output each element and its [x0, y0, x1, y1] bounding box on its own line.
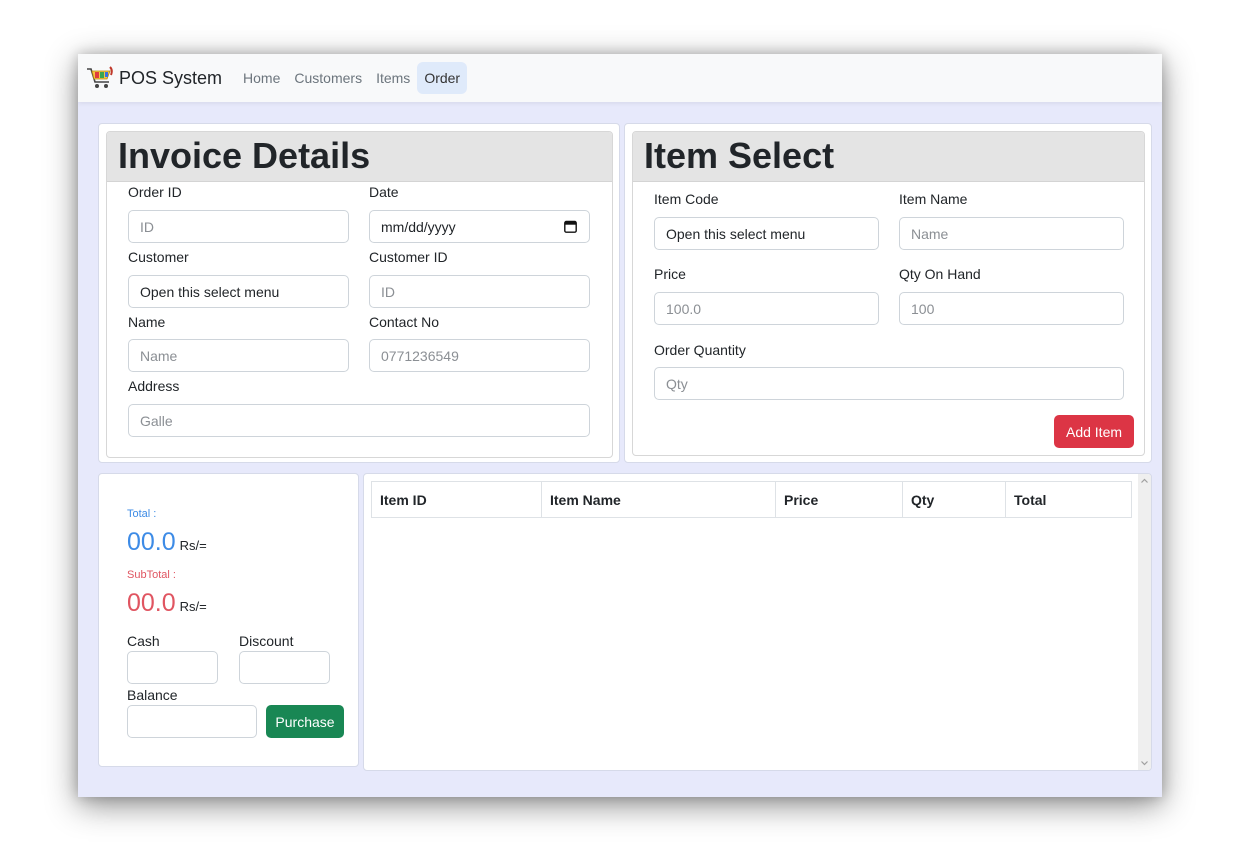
- balance-input[interactable]: [127, 705, 257, 738]
- customer-id-label: Customer ID: [369, 249, 448, 265]
- item-select-card: Item Select Item Code Open this select m…: [632, 131, 1145, 456]
- item-name-label: Item Name: [899, 191, 968, 207]
- discount-input[interactable]: [239, 651, 330, 684]
- cash-label: Cash: [127, 633, 160, 649]
- total-unit: Rs/=: [179, 538, 207, 553]
- invoice-title: Invoice Details: [107, 132, 612, 182]
- cart-scrollbar[interactable]: [1138, 474, 1151, 770]
- col-qty: Qty: [902, 481, 1006, 518]
- item-select-title: Item Select: [633, 132, 1144, 182]
- item-code-select[interactable]: Open this select menu: [654, 217, 879, 250]
- app-window: POS System Home Customers Items Order In…: [78, 54, 1162, 797]
- col-total: Total: [1005, 481, 1132, 518]
- cart-table-header: Item ID Item Name Price Qty Total: [371, 481, 1132, 518]
- nav-order[interactable]: Order: [417, 62, 468, 94]
- col-price: Price: [775, 481, 903, 518]
- scroll-down-arrow-icon[interactable]: [1138, 758, 1151, 768]
- cash-input[interactable]: [127, 651, 218, 684]
- order-id-input[interactable]: ID: [128, 210, 349, 243]
- name-label: Name: [128, 314, 166, 330]
- address-label: Address: [128, 378, 180, 394]
- item-code-label: Item Code: [654, 191, 719, 207]
- discount-label: Discount: [239, 633, 294, 649]
- qty-on-hand-label: Qty On Hand: [899, 266, 981, 282]
- brand-title: POS System: [119, 67, 223, 88]
- price-label: Price: [654, 266, 686, 282]
- balance-label: Balance: [127, 687, 178, 703]
- contact-label: Contact No: [369, 314, 440, 330]
- order-qty-label: Order Quantity: [654, 342, 746, 358]
- item-name-input[interactable]: Name: [899, 217, 1124, 250]
- customer-label: Customer: [128, 249, 189, 265]
- contact-input[interactable]: 0771236549: [369, 339, 590, 372]
- order-id-label: Order ID: [128, 184, 182, 200]
- total-label: Total :: [127, 508, 157, 520]
- order-qty-input[interactable]: Qty: [654, 367, 1124, 400]
- address-input[interactable]: Galle: [128, 404, 590, 437]
- shopping-cart-icon: [87, 66, 113, 88]
- item-select-panel: Item Select Item Code Open this select m…: [624, 123, 1152, 463]
- cart-panel: Item ID Item Name Price Qty Total: [363, 473, 1152, 771]
- name-input[interactable]: Name: [128, 339, 349, 372]
- date-label: Date: [369, 184, 399, 200]
- total-display: 00.0 Rs/=: [127, 528, 207, 557]
- customer-select[interactable]: Open this select menu: [128, 275, 349, 308]
- cart-table: Item ID Item Name Price Qty Total: [371, 481, 1132, 518]
- invoice-panel: Invoice Details Order ID ID Date mm/dd/y…: [98, 123, 620, 463]
- purchase-button[interactable]: Purchase: [266, 705, 344, 738]
- brand[interactable]: POS System: [86, 66, 236, 90]
- subtotal-label: SubTotal :: [127, 569, 176, 581]
- calendar-icon[interactable]: [564, 220, 577, 233]
- add-item-button[interactable]: Add Item: [1054, 415, 1134, 448]
- scroll-up-arrow-icon[interactable]: [1138, 476, 1151, 486]
- qty-on-hand-input[interactable]: 100: [899, 292, 1124, 325]
- nav-customers[interactable]: Customers: [287, 62, 369, 94]
- price-input[interactable]: 100.0: [654, 292, 879, 325]
- summary-panel: Total : 00.0 Rs/= SubTotal : 00.0 Rs/= Cas…: [98, 473, 359, 767]
- subtotal-unit: Rs/=: [179, 599, 207, 614]
- col-item-id: Item ID: [371, 481, 542, 518]
- subtotal-display: 00.0 Rs/=: [127, 589, 207, 618]
- invoice-card: Invoice Details Order ID ID Date mm/dd/y…: [106, 131, 613, 458]
- nav-home[interactable]: Home: [236, 62, 287, 94]
- navbar: POS System Home Customers Items Order: [78, 54, 1162, 102]
- date-placeholder: mm/dd/yyyy: [381, 218, 456, 235]
- subtotal-value: 00.0: [127, 589, 176, 617]
- customer-id-input[interactable]: ID: [369, 275, 590, 308]
- date-input[interactable]: mm/dd/yyyy: [369, 210, 590, 243]
- nav-items[interactable]: Items: [369, 62, 417, 94]
- col-item-name: Item Name: [541, 481, 776, 518]
- total-value: 00.0: [127, 528, 176, 556]
